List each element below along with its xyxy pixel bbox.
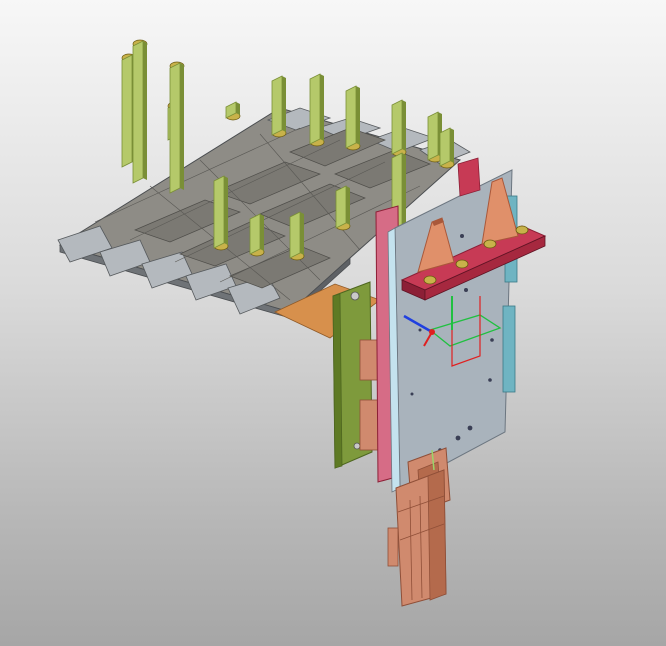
pin-side (260, 214, 264, 251)
pin-shaft (427, 111, 439, 161)
pin-shaft (289, 211, 301, 259)
cylinder-port (387, 527, 399, 567)
locating-pin (289, 211, 305, 261)
locating-pin (169, 61, 185, 194)
pin-shaft (309, 73, 321, 145)
pin-shaft (391, 99, 403, 155)
pin-shaft (271, 75, 283, 136)
green-plate-bolt-2 (353, 442, 361, 450)
locating-pin (249, 213, 265, 257)
pin-side (402, 100, 406, 151)
locating-pin (309, 73, 325, 147)
pin-shaft (335, 185, 347, 229)
locating-pin (271, 75, 287, 138)
locating-pin (439, 127, 455, 169)
pin-shaft (345, 85, 357, 149)
green-plate-edge (332, 293, 343, 469)
pin-side (143, 41, 147, 180)
pin-side (346, 186, 350, 225)
pin-shaft (132, 40, 144, 184)
pin-side (320, 74, 324, 141)
pin-side (300, 212, 304, 255)
locating-pin (335, 185, 351, 231)
pin-side (224, 176, 228, 245)
pin-shaft (439, 127, 451, 167)
pin-shaft (249, 213, 261, 255)
locating-pin (391, 99, 407, 157)
pin-side (282, 76, 286, 132)
green-plate-bolt (350, 291, 360, 301)
locating-pin (345, 85, 361, 151)
cad-model-scene[interactable] (0, 0, 666, 646)
locating-pin (132, 39, 148, 184)
pin-side (180, 63, 184, 190)
teal-rail-bottom (502, 305, 516, 393)
pin-side (236, 102, 240, 115)
locating-pin (225, 101, 241, 121)
pin-side (402, 153, 406, 233)
cylinder-body-right (427, 469, 447, 601)
cad-viewport[interactable] (0, 0, 666, 646)
locating-pin (213, 175, 229, 251)
pin-shaft (213, 175, 225, 249)
pin-side (450, 128, 454, 163)
crimson-stop-block (457, 157, 481, 197)
pin-side (356, 86, 360, 145)
pin-shaft (169, 62, 181, 194)
triad-origin (429, 329, 435, 335)
pin-shaft (121, 54, 133, 168)
